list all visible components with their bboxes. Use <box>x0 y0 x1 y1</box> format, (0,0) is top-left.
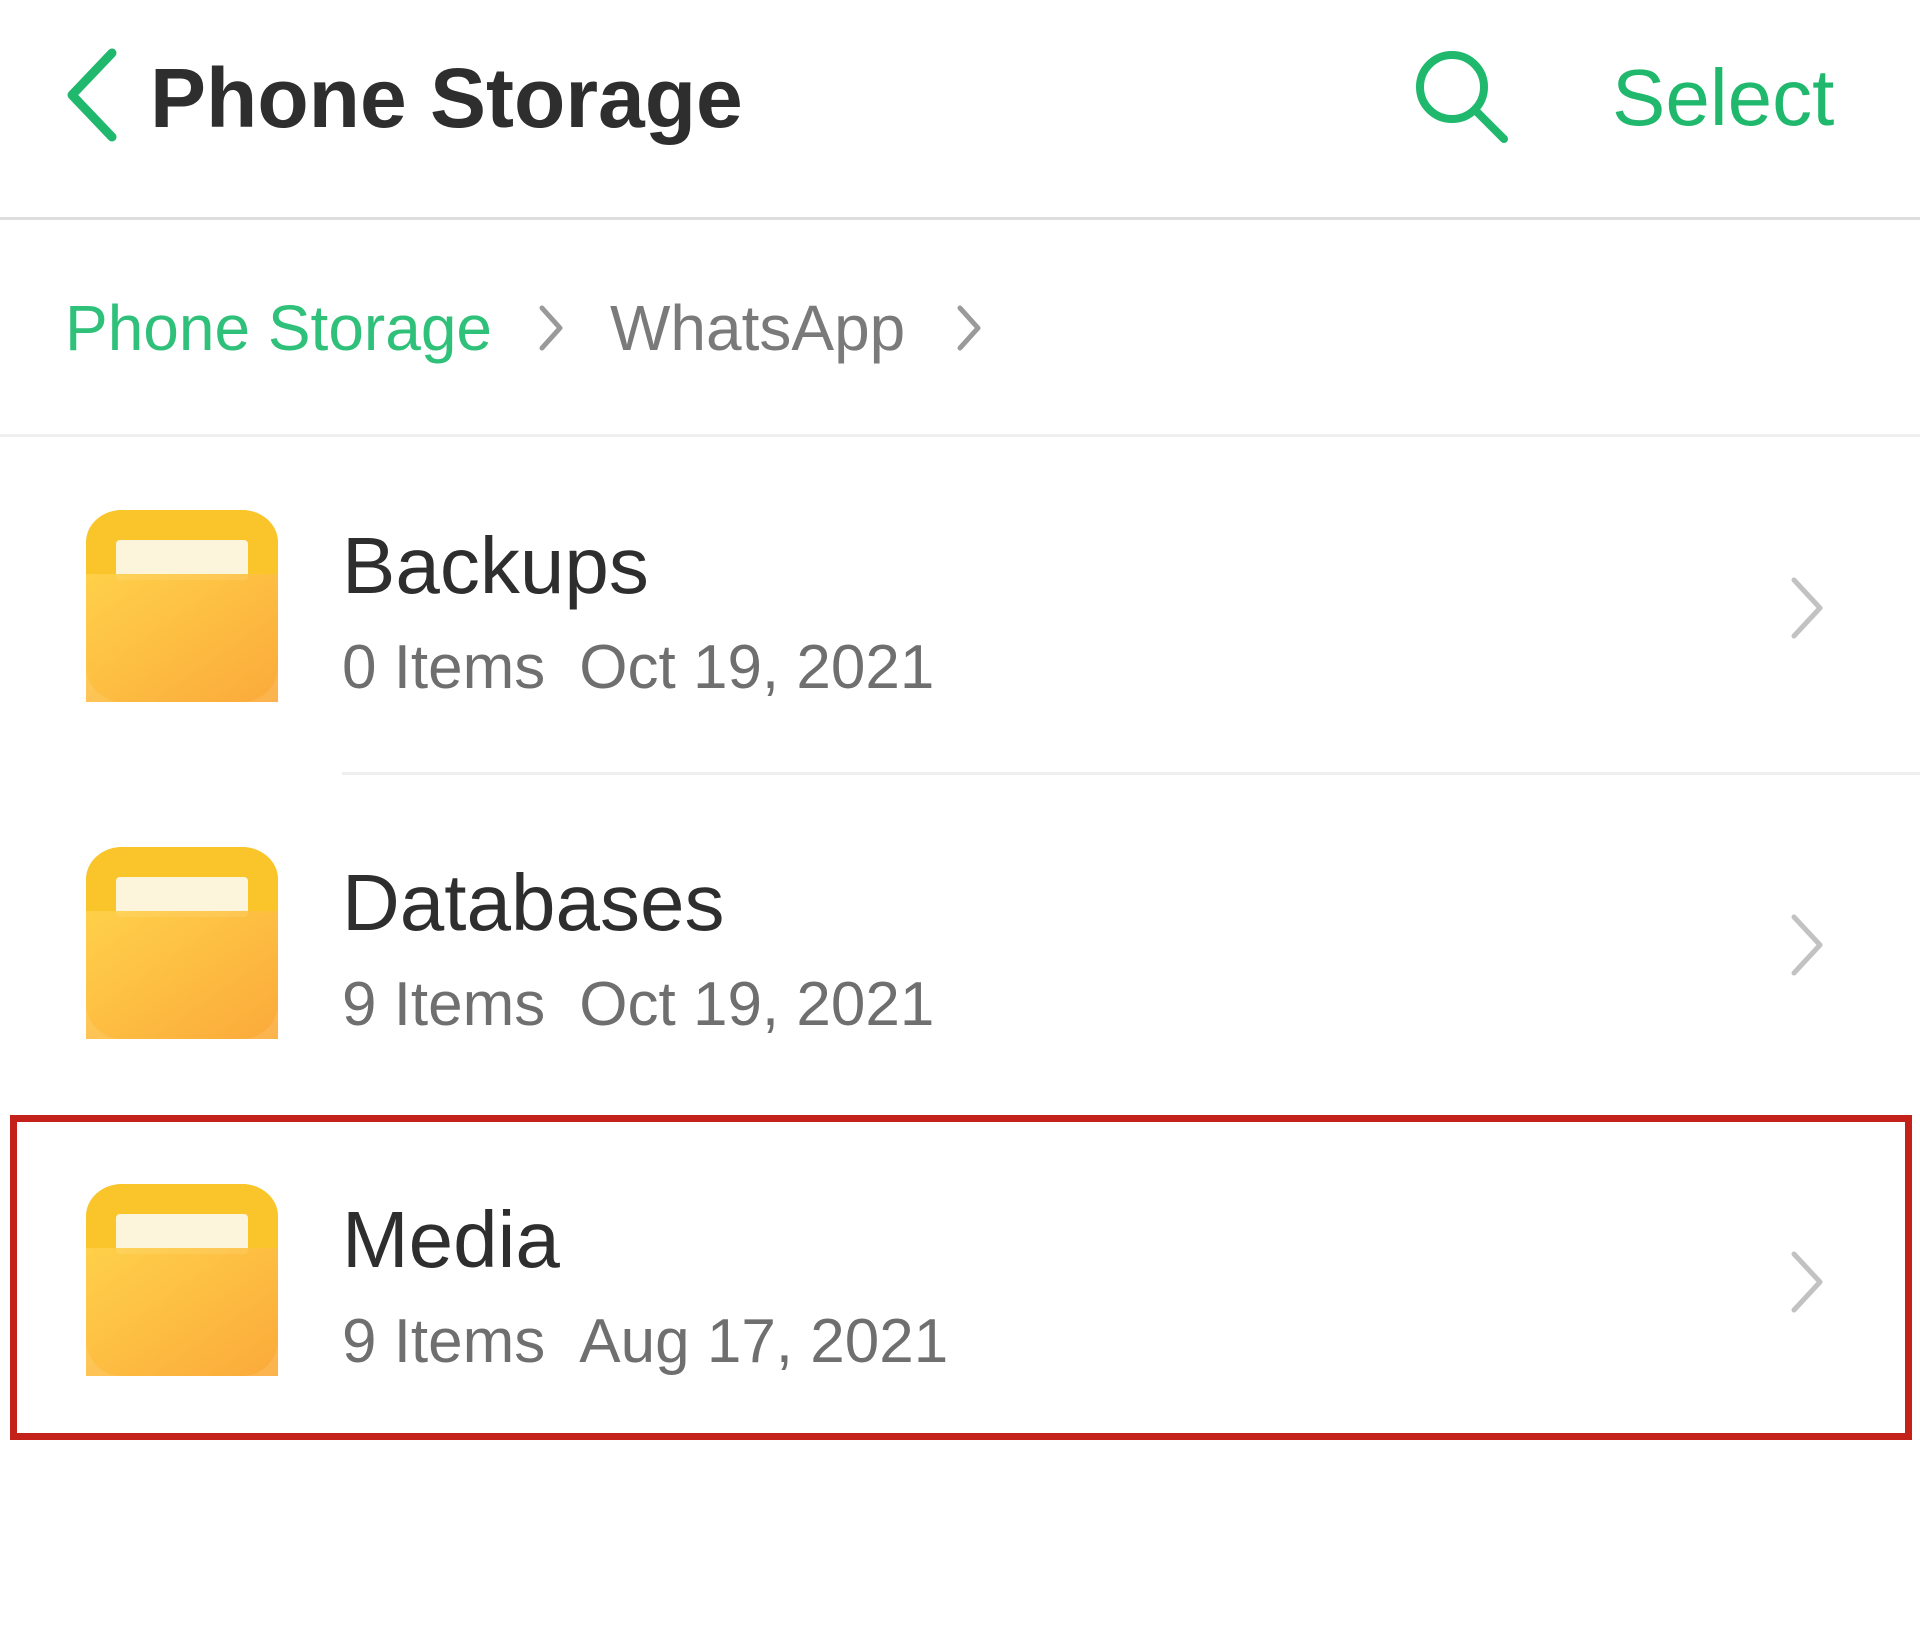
chevron-right-icon <box>957 305 981 351</box>
page-title: Phone Storage <box>150 51 743 145</box>
app-bar: Phone Storage Select <box>0 0 1920 220</box>
folder-item-count: 9 Items <box>342 1307 546 1376</box>
breadcrumb-item-whatsapp[interactable]: WhatsApp <box>610 288 905 368</box>
list-item-media[interactable]: Media 9 Items Aug 17, 2021 <box>0 1114 1920 1450</box>
list-item-databases[interactable]: Databases 9 Items Oct 19, 2021 <box>0 777 1920 1113</box>
folder-date: Oct 19, 2021 <box>579 970 935 1039</box>
folder-meta: 9 Items Aug 17, 2021 <box>342 1304 948 1380</box>
folder-name: Backups <box>342 521 649 610</box>
folder-name: Databases <box>342 858 725 947</box>
folder-item-count: 0 Items <box>342 633 546 702</box>
folder-icon <box>86 510 278 702</box>
folder-name: Media <box>342 1195 560 1284</box>
chevron-right-icon <box>1791 1251 1823 1313</box>
chevron-right-icon <box>1791 914 1823 976</box>
folder-meta: 9 Items Oct 19, 2021 <box>342 967 934 1043</box>
folder-item-count: 9 Items <box>342 970 546 1039</box>
chevron-left-icon <box>67 48 117 142</box>
folder-meta: 0 Items Oct 19, 2021 <box>342 630 934 706</box>
chevron-right-icon <box>539 305 563 351</box>
folder-date: Oct 19, 2021 <box>579 633 935 702</box>
folder-icon <box>86 1184 278 1376</box>
folder-icon <box>86 847 278 1039</box>
search-button[interactable] <box>1405 40 1515 150</box>
divider <box>342 772 1920 775</box>
chevron-right-icon <box>1791 577 1823 639</box>
file-manager-screen: Phone Storage Select Phone Storage Whats… <box>0 0 1920 1635</box>
breadcrumb-item-phone-storage[interactable]: Phone Storage <box>65 288 492 368</box>
select-button[interactable]: Select <box>1612 48 1834 148</box>
search-icon <box>1416 51 1508 143</box>
list-item-backups[interactable]: Backups 0 Items Oct 19, 2021 <box>0 440 1920 776</box>
folder-date: Aug 17, 2021 <box>579 1307 949 1376</box>
back-button[interactable] <box>52 40 132 150</box>
